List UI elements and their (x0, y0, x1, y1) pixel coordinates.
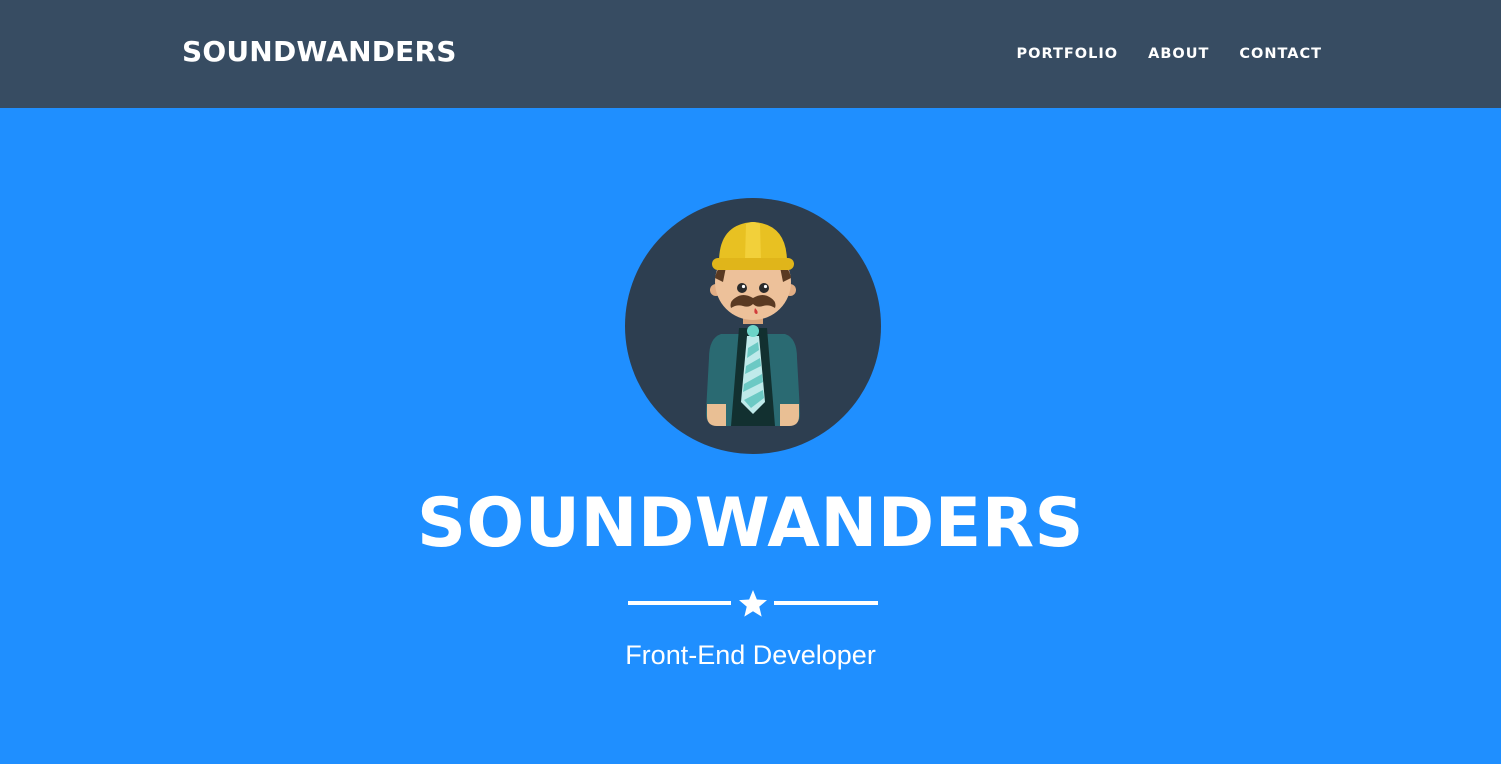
star-icon (739, 590, 767, 617)
nav-link-about[interactable]: ABOUT (1148, 44, 1209, 64)
divider-line-right (774, 601, 878, 605)
navbar: SOUNDWANDERS PORTFOLIO ABOUT CONTACT (0, 0, 1501, 108)
brand-link[interactable]: SOUNDWANDERS (182, 34, 457, 70)
nav-link-portfolio[interactable]: PORTFOLIO (1017, 44, 1119, 64)
nav-link-contact[interactable]: CONTACT (1239, 44, 1322, 64)
developer-avatar-icon (625, 198, 881, 454)
star-divider (628, 585, 878, 621)
divider-line-left (628, 601, 731, 605)
hero-section: SOUNDWANDERS Front-End Developer (0, 108, 1501, 764)
hero-subtitle: Front-End Developer (625, 640, 876, 670)
hero-title: SOUNDWANDERS (416, 484, 1085, 563)
nav-links: PORTFOLIO ABOUT CONTACT (1017, 44, 1322, 64)
